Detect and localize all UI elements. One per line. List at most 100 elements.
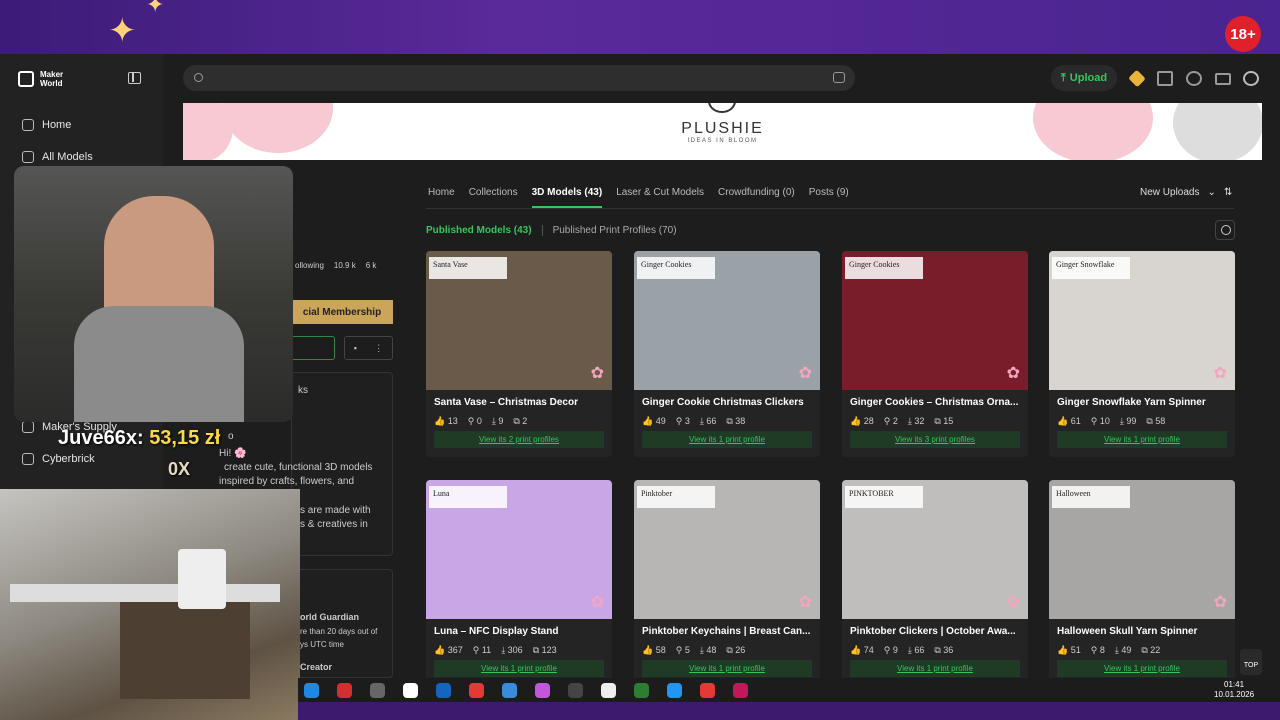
cart-icon[interactable]	[1157, 71, 1173, 86]
view-print-profiles-link[interactable]: View its 3 print profiles	[850, 431, 1020, 448]
models-icon	[22, 151, 34, 163]
app-icon[interactable]	[700, 683, 715, 698]
flower-icon: ✿	[798, 594, 812, 611]
boost-icon: ⚲ 5	[675, 645, 690, 655]
sidebar-item-cyberbrick[interactable]: Cyberbrick	[22, 453, 95, 465]
model-card[interactable]: Ginger Cookies ✿ Ginger Cookie Christmas C…	[634, 251, 820, 457]
like-icon[interactable]: 👍 367	[434, 645, 463, 656]
view-print-profiles-link[interactable]: View its 1 print profile	[1057, 660, 1227, 677]
collapse-sidebar-icon[interactable]	[128, 72, 141, 84]
like-icon[interactable]: 👍 74	[850, 645, 874, 656]
boost-icon: ⚲ 2	[883, 416, 898, 426]
like-icon[interactable]: 👍 49	[642, 416, 666, 427]
boost-icon: ⚲ 8	[1090, 645, 1105, 655]
opera-icon[interactable]	[337, 683, 352, 698]
model-card[interactable]: Santa Vase ✿ Santa Vase – Christmas Decor 👍…	[426, 251, 612, 457]
flower-icon: ✿	[590, 594, 604, 611]
epic-icon[interactable]	[403, 683, 418, 698]
tab-3d-models[interactable]: 3D Models (43)	[531, 187, 603, 208]
steam-icon[interactable]	[502, 683, 517, 698]
like-icon[interactable]: 👍 28	[850, 416, 874, 427]
print-icon: ⧉ 123	[532, 645, 557, 655]
points-icon[interactable]	[1128, 69, 1146, 88]
model-card[interactable]: PINKTOBER ✿ Pinktober Clickers | October A…	[842, 480, 1028, 678]
view-print-profiles-link[interactable]: View its 1 print profile	[850, 660, 1020, 677]
edge-icon[interactable]	[304, 683, 319, 698]
sparkle-icon: ✦	[108, 12, 137, 50]
makerworld-logo[interactable]: Maker World	[18, 70, 63, 88]
model-card[interactable]: Ginger Cookies ✿ Ginger Cookies – Christma…	[842, 251, 1028, 457]
view-print-profiles-link[interactable]: View its 1 print profile	[642, 431, 812, 448]
sidebar-item-all-models[interactable]: All Models	[22, 151, 93, 163]
tab-home[interactable]: Home	[428, 187, 455, 208]
membership-button[interactable]: cial Membership	[291, 300, 393, 324]
model-stats: 👍 28 ⚲ 2 ⤓ 32 ⧉ 15	[850, 416, 953, 427]
upload-button[interactable]: ⤒ Upload	[1051, 65, 1117, 91]
model-title[interactable]: Halloween Skull Yarn Spinner	[1057, 626, 1229, 637]
app-icon[interactable]	[436, 683, 451, 698]
system-clock[interactable]: 01:41 10.01.2026	[1214, 680, 1254, 700]
download-icon: ⤓ 32	[907, 416, 925, 426]
tab-posts[interactable]: Posts (9)	[809, 187, 849, 208]
like-icon[interactable]: 👍 58	[642, 645, 666, 656]
banner-title: PLUSHIE	[681, 120, 764, 137]
model-search-button[interactable]	[1215, 220, 1235, 240]
tab-collections[interactable]: Collections	[469, 187, 518, 208]
terminal-icon[interactable]	[568, 683, 583, 698]
home-icon	[22, 119, 34, 131]
print-icon: ⧉ 38	[726, 416, 746, 426]
view-print-profiles-link[interactable]: View its 1 print profile	[434, 660, 604, 677]
sort-order-icon[interactable]: ⇅	[1224, 187, 1232, 198]
subtab-separator	[541, 225, 543, 236]
notes-icon[interactable]	[601, 683, 616, 698]
globe-icon[interactable]	[1186, 71, 1202, 86]
model-card[interactable]: Halloween ✿ Halloween Skull Yarn Spinner 👍 …	[1049, 480, 1235, 678]
sidebar-item-home[interactable]: Home	[22, 119, 71, 131]
chrome-icon[interactable]	[469, 683, 484, 698]
subtab-print-profiles[interactable]: Published Print Profiles (70)	[553, 225, 677, 236]
model-title[interactable]: Luna – NFC Display Stand	[434, 626, 606, 637]
mail-icon[interactable]	[1215, 73, 1231, 85]
view-print-profiles-link[interactable]: View its 1 print profile	[642, 660, 812, 677]
follow-button[interactable]	[291, 336, 335, 360]
tab-crowdfunding[interactable]: Crowdfunding (0)	[718, 187, 795, 208]
view-print-profiles-link[interactable]: View its 1 print profile	[1057, 431, 1227, 448]
steam-icon[interactable]	[667, 683, 682, 698]
model-card[interactable]: Pinktober ✿ Pinktober Keychains | Breast C…	[634, 480, 820, 678]
model-thumbnail-label: Ginger Snowflake	[1052, 257, 1130, 279]
windows-taskbar	[298, 678, 1280, 702]
model-title[interactable]: Pinktober Keychains | Breast Can...	[642, 626, 814, 637]
subtab-published-models[interactable]: Published Models (43)	[426, 225, 532, 236]
model-title[interactable]: Pinktober Clickers | October Awa...	[850, 626, 1022, 637]
discord-icon[interactable]	[535, 683, 550, 698]
image-search-icon[interactable]	[833, 72, 845, 83]
tab-laser-cut[interactable]: Laser & Cut Models	[616, 187, 704, 208]
boost-icon: ⚲ 0	[467, 416, 482, 426]
model-title[interactable]: Santa Vase – Christmas Decor	[434, 397, 606, 408]
model-card[interactable]: Luna ✿ Luna – NFC Display Stand 👍 367 ⚲ 11 ⤓ …	[426, 480, 612, 678]
printer-webcam	[0, 489, 300, 720]
like-icon[interactable]: 👍 61	[1057, 416, 1081, 427]
model-card[interactable]: Ginger Snowflake ✿ Ginger Snowflake Yarn S…	[1049, 251, 1235, 457]
message-button[interactable]: ▪ ⋮	[344, 336, 393, 360]
tabs-divider	[426, 208, 1234, 209]
sheets-icon[interactable]	[634, 683, 649, 698]
avatar[interactable]	[1243, 71, 1259, 86]
model-title[interactable]: Ginger Cookies – Christmas Orna...	[850, 397, 1022, 408]
back-to-top-button[interactable]: TOP	[1240, 649, 1262, 675]
app-icon[interactable]	[370, 683, 385, 698]
like-icon[interactable]: 👍 51	[1057, 645, 1081, 656]
view-print-profiles-link[interactable]: View its 2 print profiles	[434, 431, 604, 448]
sort-dropdown[interactable]: New Uploads ⌄ ⇅	[1140, 187, 1232, 198]
model-title[interactable]: Ginger Snowflake Yarn Spinner	[1057, 397, 1229, 408]
model-title[interactable]: Ginger Cookie Christmas Clickers	[642, 397, 814, 408]
printer-gantry	[10, 584, 280, 602]
like-icon[interactable]: 👍 13	[434, 416, 458, 427]
search-input[interactable]	[183, 65, 855, 91]
download-icon: ⤓ 9	[491, 416, 504, 426]
maps-icon[interactable]	[733, 683, 748, 698]
bio-greeting: Hi! 🌸	[219, 448, 247, 459]
sparkle-icon: ✦	[146, 0, 165, 17]
more-icon[interactable]: ⋮	[374, 343, 383, 354]
banner-logo-icon	[708, 103, 736, 113]
